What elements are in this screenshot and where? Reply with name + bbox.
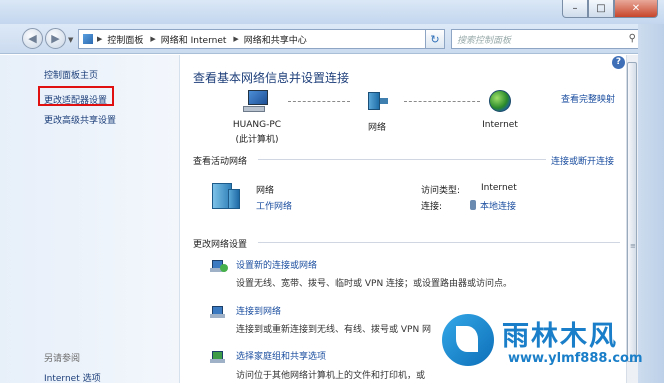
scroll-grip-icon: ≡ (630, 242, 636, 250)
see-also-title: 另请参阅 (44, 354, 81, 364)
minimize-button[interactable]: – (562, 0, 588, 18)
plug-icon (470, 200, 476, 210)
computer-icon (243, 90, 271, 112)
search-placeholder: 搜索控制面板 (457, 35, 512, 46)
connect-disconnect-link[interactable]: 连接或断开连接 (551, 154, 614, 167)
search-icon[interactable]: ⚲ (629, 33, 636, 44)
back-arrow-icon: ◀ (28, 32, 37, 45)
network-icon (365, 90, 389, 112)
close-button[interactable]: ✕ (614, 0, 658, 18)
breadcrumb-separator-icon: ▶ (233, 35, 239, 43)
task-homegroup-desc: 访问位于其他网络计算机上的文件和打印机，或 (236, 371, 426, 381)
access-type-label: 访问类型: (421, 186, 461, 196)
history-dropdown-icon[interactable]: ▼ (68, 36, 73, 44)
divider (258, 159, 546, 160)
breadcrumb-network-sharing-center[interactable]: 网络和共享中心 (244, 33, 307, 46)
forward-arrow-icon: ▶ (51, 32, 60, 45)
help-icon[interactable]: ? (612, 56, 625, 69)
map-node-this-pc[interactable]: HUANG-PC (此计算机) (222, 90, 292, 145)
task-new-connection-desc: 设置无线、宽带、拨号、临时或 VPN 连接；或设置路由器或访问点。 (236, 279, 513, 289)
sidebar-item-control-panel-home[interactable]: 控制面板主页 (44, 68, 98, 81)
back-button[interactable]: ◀ (22, 28, 43, 49)
search-input[interactable]: 搜索控制面板 ⚲ (451, 29, 641, 49)
task-connect-network-desc: 连接到或重新连接到无线、有线、拨号或 VPN 网 (236, 325, 432, 335)
navigation-bar: ◀ ▶ ▼ ▶ 控制面板 ▶ 网络和 Internet ▶ 网络和共享中心 ▼ … (0, 24, 664, 54)
task-homegroup-link[interactable]: 选择家庭组和共享选项 (236, 349, 326, 362)
title-bar: – □ ✕ (0, 0, 664, 24)
network-type-link[interactable]: 工作网络 (256, 199, 292, 212)
maximize-button[interactable]: □ (588, 0, 614, 18)
breadcrumb-control-panel[interactable]: 控制面板 (107, 33, 143, 46)
full-map-link[interactable]: 查看完整映射 (561, 92, 615, 105)
scrollbar-thumb[interactable] (627, 62, 637, 362)
connection-line (404, 101, 480, 102)
workplace-network-icon (212, 181, 240, 211)
node-name: HUANG-PC (232, 120, 282, 130)
map-node-network[interactable]: 网络 (352, 90, 402, 133)
control-panel-icon (83, 34, 93, 44)
task-connect-network-link[interactable]: 连接到网络 (236, 304, 281, 317)
active-networks-title: 查看活动网络 (193, 157, 248, 167)
brand-name: 雨林木风 (502, 321, 618, 352)
globe-icon (489, 90, 511, 112)
new-connection-icon (210, 258, 228, 274)
divider (258, 242, 620, 243)
sidebar-item-change-advanced-sharing[interactable]: 更改高级共享设置 (44, 113, 116, 126)
node-name: Internet (482, 120, 518, 130)
node-name: 网络 (367, 123, 386, 133)
change-settings-title: 更改网络设置 (193, 240, 248, 250)
sidebar-item-internet-options[interactable]: Internet 选项 (44, 371, 101, 383)
breadcrumb-network-internet[interactable]: 网络和 Internet (161, 33, 227, 46)
address-bar[interactable]: ▶ 控制面板 ▶ 网络和 Internet ▶ 网络和共享中心 ▼ (78, 29, 442, 49)
connection-label: 连接: (421, 202, 443, 212)
task-new-connection-link[interactable]: 设置新的连接或网络 (236, 258, 317, 271)
window-right-frame (638, 24, 664, 383)
breadcrumb-separator-icon: ▶ (150, 35, 156, 43)
forward-button[interactable]: ▶ (45, 28, 66, 49)
sidebar-item-change-adapter-settings[interactable]: 更改适配器设置 (44, 93, 107, 106)
connect-network-icon (210, 304, 228, 320)
page-title: 查看基本网络信息并设置连接 (193, 71, 350, 85)
access-type-value: Internet (481, 183, 517, 193)
refresh-icon: ↻ (430, 32, 440, 46)
network-name: 网络 (256, 186, 275, 196)
leaf-icon (456, 326, 478, 352)
map-node-internet[interactable]: Internet (480, 90, 520, 130)
homegroup-icon (210, 349, 228, 365)
connection-line (288, 101, 350, 102)
refresh-button[interactable]: ↻ (425, 29, 445, 49)
node-subtitle: (此计算机) (235, 135, 279, 145)
brand-url: www.ylmf888.com (508, 351, 643, 366)
connection-value-link[interactable]: 本地连接 (470, 199, 516, 212)
breadcrumb-separator-icon: ▶ (97, 35, 103, 43)
window-controls: – □ ✕ (562, 0, 658, 18)
connection-value: 本地连接 (480, 202, 517, 212)
